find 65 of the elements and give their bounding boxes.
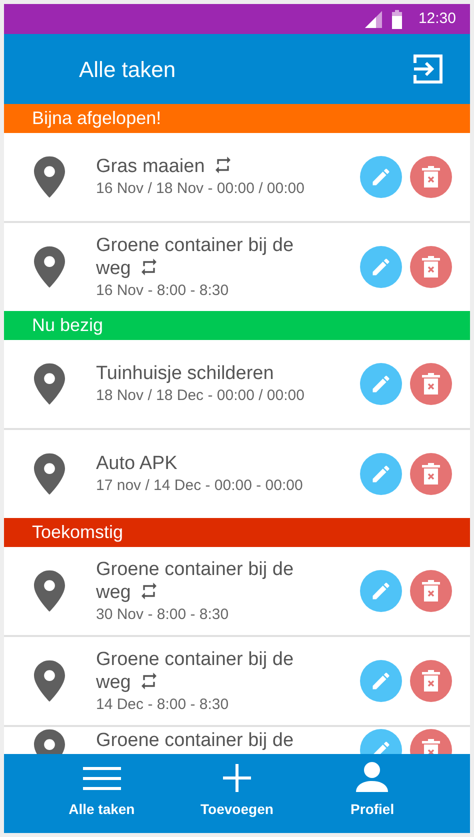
menu-icon [82, 766, 121, 792]
task-card[interactable]: Groene container bij de weg 30 Nov - 8:00 - 8:30 [4, 547, 470, 635]
location-pin-icon [34, 660, 65, 702]
signal-icon [365, 10, 382, 28]
task-card[interactable]: Groene container bij de weg 14 Dec - 8:00 - 8:30 [4, 637, 470, 725]
pencil-icon [370, 463, 392, 485]
task-title: Gras maaien [96, 156, 205, 177]
trash-icon [421, 463, 441, 485]
task-title: Auto APK [96, 453, 178, 474]
pencil-icon [370, 256, 392, 278]
edit-button[interactable] [360, 570, 402, 612]
edit-button[interactable] [360, 156, 402, 198]
delete-button[interactable] [410, 156, 452, 198]
nav-tab[interactable]: Profiel [304, 754, 440, 833]
location-pin-icon [34, 570, 65, 612]
task-date: 14 Dec - 8:00 - 8:30 [96, 694, 230, 714]
pencil-icon [370, 580, 392, 602]
section-title: Nu bezig [32, 314, 104, 337]
pencil-icon [370, 373, 392, 395]
task-date: 30 Nov - 8:00 - 8:30 [96, 604, 230, 624]
task-card[interactable]: Auto APK 17 nov / 14 Dec - 00:00 - 00:00 [4, 430, 470, 518]
logout-button[interactable] [412, 53, 444, 85]
section-title: Toekomstig [32, 521, 124, 544]
task-date: 18 Nov / 18 Dec - 00:00 / 00:00 [96, 386, 306, 406]
pencil-icon [370, 670, 392, 692]
edit-button[interactable] [360, 660, 402, 702]
task-title: Tuinhuisje schilderen [96, 363, 274, 384]
task-title: Groene container bij de weg [96, 648, 294, 692]
location-pin-icon [34, 453, 65, 495]
trash-icon [421, 166, 441, 188]
person-icon [356, 762, 388, 792]
task-card[interactable]: Tuinhuisje schilderen 18 Nov / 18 Dec - 00:00 / 00:00 [4, 340, 470, 428]
delete-button[interactable] [410, 246, 452, 288]
location-pin-icon [34, 363, 65, 405]
task-date: 16 Nov - 8:00 - 8:30 [96, 280, 230, 300]
task-date: 17 nov / 14 Dec - 00:00 - 00:00 [96, 476, 304, 496]
edit-button[interactable] [360, 363, 402, 405]
battery-icon [392, 10, 402, 28]
trash-icon [421, 670, 441, 692]
task-date: 16 Nov / 18 Nov - 00:00 / 00:00 [96, 179, 306, 199]
pencil-icon [370, 166, 392, 188]
nav-tab[interactable]: Toevoegen [169, 754, 305, 833]
trash-icon [421, 256, 441, 278]
nav-tab[interactable]: Alle taken [34, 754, 170, 833]
task-title: Groene container bij de weg [96, 234, 294, 278]
task-title: Groene container bij de weg [96, 558, 294, 602]
plus-icon [222, 764, 251, 792]
edit-button[interactable] [360, 453, 402, 495]
trash-icon [421, 580, 441, 602]
delete-button[interactable] [410, 453, 452, 495]
task-card[interactable]: Gras maaien 16 Nov / 18 Nov - 00:00 / 00:00 [4, 133, 470, 221]
trash-icon [421, 373, 441, 395]
delete-button[interactable] [410, 660, 452, 702]
section-title: Bijna afgelopen! [32, 107, 162, 130]
task-card[interactable]: Groene container bij de weg 16 Nov - 8:00 - 8:30 [4, 223, 470, 311]
location-pin-icon [34, 246, 65, 288]
task-card[interactable]: Groene container bij de [4, 727, 470, 754]
location-pin-icon [34, 156, 65, 198]
status-time: 12:30 [418, 8, 456, 29]
app-title: Alle taken [79, 56, 176, 84]
task-title: Groene container bij de [96, 730, 294, 751]
logout-icon [412, 53, 444, 85]
delete-button[interactable] [410, 363, 452, 405]
edit-button[interactable] [360, 246, 402, 288]
delete-button[interactable] [410, 570, 452, 612]
